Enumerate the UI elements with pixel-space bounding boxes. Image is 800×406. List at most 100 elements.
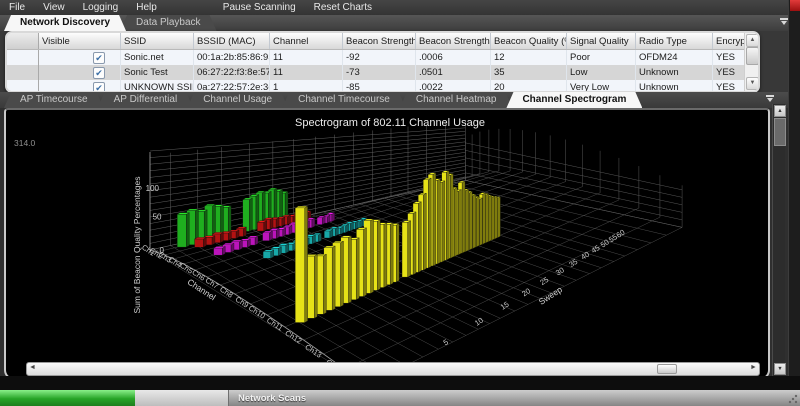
chart-tab-ap-timecourse[interactable]: AP Timecourse bbox=[4, 92, 104, 108]
chart-tab-ap-differential[interactable]: AP Differential bbox=[98, 92, 194, 108]
menu-file[interactable]: File bbox=[0, 0, 34, 15]
menu-action-reset-charts[interactable]: Reset Charts bbox=[305, 0, 381, 15]
scroll-right-arrow[interactable]: ► bbox=[749, 364, 758, 372]
cell-bssid: 06:27:22:f3:8e:57 bbox=[194, 65, 270, 80]
menu-help[interactable]: Help bbox=[127, 0, 166, 15]
network-table-panel: VisibleSSIDBSSID (MAC)ChannelBeacon Stre… bbox=[5, 31, 760, 93]
red-corner-button[interactable] bbox=[790, 0, 800, 11]
chart-tab-channel-usage[interactable]: Channel Usage bbox=[187, 92, 288, 108]
cell-bs2: .0006 bbox=[416, 50, 491, 66]
chart-scroll-up-button[interactable]: ▲ bbox=[774, 105, 786, 117]
column-header-visible[interactable]: Visible bbox=[39, 33, 121, 50]
visible-checkbox[interactable]: ✔ bbox=[93, 67, 105, 79]
cell-sq: Low bbox=[567, 65, 636, 80]
column-header-rowhead[interactable] bbox=[7, 33, 39, 50]
sweep-tick-label: 30 bbox=[554, 265, 566, 277]
column-header-bq[interactable]: Beacon Quality (%) bbox=[491, 33, 567, 50]
network-list-area: VisibleSSIDBSSID (MAC)ChannelBeacon Stre… bbox=[0, 31, 800, 92]
scroll-left-arrow[interactable]: ◄ bbox=[28, 364, 37, 372]
scan-progress-bar bbox=[0, 390, 135, 406]
channel-tick-label: Ch11 bbox=[265, 316, 284, 333]
chart-vertical-scrollbar[interactable]: ▲ ▼ bbox=[772, 104, 785, 376]
chart-scroll-thumb[interactable] bbox=[657, 364, 677, 374]
status-spacer bbox=[135, 390, 228, 406]
cell-visible: ✔ bbox=[39, 65, 121, 80]
spectrogram-3d-chart: 050100Ch1Ch2Ch3Ch4Ch5Ch6Ch7Ch8Ch9Ch10Ch1… bbox=[6, 110, 764, 362]
resize-grip[interactable] bbox=[788, 394, 798, 404]
column-header-rt[interactable]: Radio Type bbox=[636, 33, 713, 50]
chart-tab-channel-timecourse[interactable]: Channel Timecourse bbox=[282, 92, 406, 108]
chart-auto-hide-pin-icon[interactable] bbox=[764, 94, 776, 104]
spectrogram-panel: 050100Ch1Ch2Ch3Ch4Ch5Ch6Ch7Ch8Ch9Ch10Ch1… bbox=[4, 108, 770, 380]
bars-ch11 bbox=[295, 171, 500, 323]
cell-bq: 12 bbox=[491, 50, 567, 66]
status-bar: Network Scans bbox=[0, 390, 800, 406]
scroll-down-button[interactable]: ▼ bbox=[746, 77, 759, 90]
cell-channel: 11 bbox=[270, 50, 343, 66]
table-scroll-thumb[interactable] bbox=[746, 47, 759, 65]
cell-rt: OFDM24 bbox=[636, 50, 713, 66]
network-scans-label: Network Scans bbox=[229, 393, 306, 404]
sweep-tick-label: 5 bbox=[442, 337, 450, 347]
tab-network-discovery[interactable]: Network Discovery bbox=[4, 15, 126, 31]
cell-bs2: .0501 bbox=[416, 65, 491, 80]
channel-tick-label: Ch10 bbox=[247, 303, 267, 320]
max-value-label: 314.0 bbox=[14, 138, 36, 148]
visible-checkbox[interactable]: ✔ bbox=[93, 52, 105, 64]
tab-data-playback[interactable]: Data Playback bbox=[120, 15, 216, 31]
cell-bssid: 00:1a:2b:85:86:93 bbox=[194, 50, 270, 66]
table-vertical-scrollbar[interactable]: ▲ ▼ bbox=[744, 33, 758, 91]
table-row[interactable]: ✔ Sonic.net00:1a:2b:85:86:9311-92.000612P… bbox=[7, 50, 760, 66]
chart-horizontal-scrollbar[interactable]: ◄ ► bbox=[26, 362, 760, 376]
menu-bar: FileViewLoggingHelp Pause ScanningReset … bbox=[0, 0, 800, 15]
column-header-ssid[interactable]: SSID bbox=[121, 33, 194, 50]
column-header-channel[interactable]: Channel bbox=[270, 33, 343, 50]
status-divider bbox=[0, 376, 800, 390]
chart-tab-channel-heatmap[interactable]: Channel Heatmap bbox=[400, 92, 513, 108]
table-header-row: VisibleSSIDBSSID (MAC)ChannelBeacon Stre… bbox=[7, 33, 760, 50]
y-tick-label: 100 bbox=[146, 184, 160, 193]
chart-tab-channel-spectrogram[interactable]: Channel Spectrogram bbox=[506, 92, 642, 108]
menu-action-pause-scanning[interactable]: Pause Scanning bbox=[214, 0, 305, 15]
cell-ssid: Sonic Test bbox=[121, 65, 194, 80]
sweep-tick-label: 15 bbox=[499, 300, 511, 312]
chart-scroll-down-button[interactable]: ▼ bbox=[774, 363, 786, 375]
scroll-up-button[interactable]: ▲ bbox=[746, 34, 759, 47]
table-row[interactable]: ✔ Sonic Test06:27:22:f3:8e:5711-73.050135… bbox=[7, 65, 760, 80]
main-tab-strip: Network DiscoveryData Playback bbox=[0, 15, 800, 31]
chart-vscroll-thumb[interactable] bbox=[774, 118, 786, 146]
menu-logging[interactable]: Logging bbox=[74, 0, 128, 15]
chart-title: Spectrogram of 802.11 Channel Usage bbox=[295, 117, 485, 129]
channel-tick-label: Ch9 bbox=[234, 295, 250, 310]
sweep-tick-label: 20 bbox=[520, 286, 532, 298]
column-header-sq[interactable]: Signal Quality bbox=[567, 33, 636, 50]
sweep-tick-label: 10 bbox=[473, 316, 485, 328]
y-tick-label: 50 bbox=[153, 213, 162, 222]
menu-actions: Pause ScanningReset Charts bbox=[214, 0, 381, 15]
cell-ssid: Sonic.net bbox=[121, 50, 194, 66]
cell-rt: Unknown bbox=[636, 65, 713, 80]
channel-tick-label: Ch13 bbox=[303, 342, 323, 359]
network-table: VisibleSSIDBSSID (MAC)ChannelBeacon Stre… bbox=[7, 33, 760, 93]
cell-bs1: -92 bbox=[343, 50, 416, 66]
menu-view[interactable]: View bbox=[34, 0, 74, 15]
menu-items: FileViewLoggingHelp bbox=[0, 0, 166, 15]
value-axis-title: Sum of Beacon Quality Percentages bbox=[132, 176, 142, 313]
column-header-bs1[interactable]: Beacon Strength (... bbox=[343, 33, 416, 50]
cell-channel: 11 bbox=[270, 65, 343, 80]
cell-sq: Poor bbox=[567, 50, 636, 66]
chart-tab-strip: AP TimecourseAP DifferentialChannel Usag… bbox=[0, 92, 800, 108]
column-header-bs2[interactable]: Beacon Strength (... bbox=[416, 33, 491, 50]
column-header-bssid[interactable]: BSSID (MAC) bbox=[194, 33, 270, 50]
right-edge-strip bbox=[788, 0, 800, 388]
cell-bs1: -73 bbox=[343, 65, 416, 80]
sweep-axis-title: Sweep bbox=[537, 284, 564, 307]
sweep-tick-label: 35 bbox=[567, 257, 579, 269]
channel-tick-label: Ch8 bbox=[218, 285, 234, 300]
cell-rowhead bbox=[7, 50, 39, 66]
cell-visible: ✔ bbox=[39, 50, 121, 66]
channel-tick-label: Ch12 bbox=[283, 328, 303, 345]
network-scans-panel: Network Scans bbox=[228, 390, 800, 406]
cell-bq: 35 bbox=[491, 65, 567, 80]
sweep-tick-label: 25 bbox=[538, 275, 550, 287]
